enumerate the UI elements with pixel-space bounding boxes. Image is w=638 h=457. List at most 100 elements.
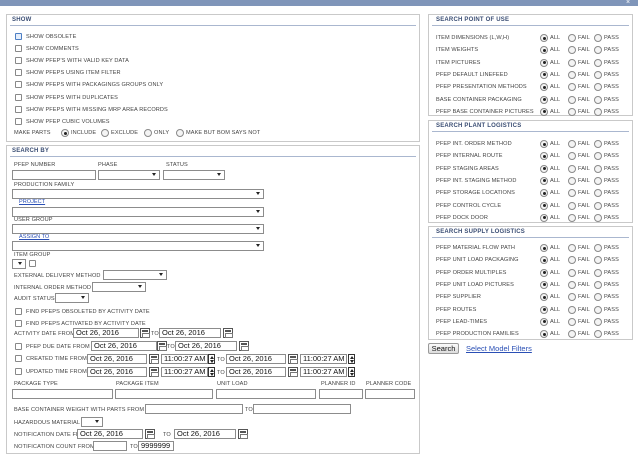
- activity-date-from-input[interactable]: Oct 26, 2016: [73, 328, 139, 338]
- search-point-of-use-pass-radio[interactable]: [594, 58, 602, 67]
- search-point-of-use-pass-radio[interactable]: [594, 34, 602, 42]
- search-supply-logistics-all-radio[interactable]: [540, 244, 548, 252]
- created-date-from-calendar-icon[interactable]: [149, 354, 159, 364]
- show-option-checkbox[interactable]: [15, 117, 22, 125]
- notification-date-from-calendar-icon[interactable]: [145, 429, 155, 439]
- search-plant-logistics-all-radio[interactable]: [540, 140, 548, 148]
- search-plant-logistics-fail-radio[interactable]: [568, 164, 576, 173]
- base-container-weight-to-input[interactable]: [253, 404, 351, 414]
- pfep-due-date-checkbox[interactable]: [15, 343, 22, 350]
- search-point-of-use-fail-radio[interactable]: [568, 34, 576, 42]
- item-group-select[interactable]: [12, 259, 26, 269]
- updated-date-from-input[interactable]: Oct 26, 2016: [87, 367, 147, 377]
- search-supply-logistics-pass-radio[interactable]: [594, 305, 602, 314]
- search-plant-logistics-all-radio[interactable]: [540, 213, 548, 222]
- search-point-of-use-pass-radio[interactable]: [594, 107, 602, 116]
- created-date-from-input[interactable]: Oct 26, 2016: [87, 354, 147, 364]
- production-family-select[interactable]: [12, 189, 264, 199]
- pfep-due-from-input[interactable]: Oct 26, 2016: [91, 341, 157, 351]
- created-date-to-calendar-icon[interactable]: [288, 354, 298, 364]
- select-model-filters-link[interactable]: Select Model Filters: [466, 344, 532, 353]
- notification-date-to-input[interactable]: Oct 26, 2016: [174, 429, 236, 439]
- created-time-checkbox[interactable]: [15, 355, 22, 362]
- search-plant-logistics-pass-radio[interactable]: [594, 140, 602, 148]
- phase-select[interactable]: [98, 170, 160, 180]
- external-delivery-select[interactable]: [103, 270, 167, 280]
- show-option-checkbox[interactable]: [15, 93, 22, 101]
- base-container-weight-from-input[interactable]: [145, 404, 243, 414]
- find-activated-checkbox[interactable]: [15, 320, 22, 327]
- updated-time-checkbox[interactable]: [15, 368, 22, 375]
- search-supply-logistics-fail-radio[interactable]: [568, 280, 576, 289]
- search-supply-logistics-all-radio[interactable]: [540, 317, 548, 326]
- make-parts-bom-says-not-radio[interactable]: [176, 129, 184, 137]
- notification-date-from-input[interactable]: Oct 26, 2016: [77, 429, 143, 439]
- updated-time-from-input[interactable]: 11:00:27 AM: [161, 367, 208, 377]
- audit-status-select[interactable]: [55, 293, 89, 303]
- search-plant-logistics-all-radio[interactable]: [540, 201, 548, 210]
- notification-date-to-calendar-icon[interactable]: [238, 429, 248, 439]
- project-select[interactable]: [12, 207, 264, 217]
- search-point-of-use-fail-radio[interactable]: [568, 58, 576, 67]
- search-supply-logistics-fail-radio[interactable]: [568, 268, 576, 277]
- updated-date-from-calendar-icon[interactable]: [149, 367, 159, 377]
- updated-time-to-spinner[interactable]: [348, 367, 355, 377]
- make-parts-exclude-radio[interactable]: [101, 129, 109, 137]
- status-select[interactable]: [163, 170, 225, 180]
- search-plant-logistics-fail-radio[interactable]: [568, 176, 576, 185]
- updated-time-from-spinner[interactable]: [208, 367, 215, 377]
- search-plant-logistics-pass-radio[interactable]: [594, 213, 602, 222]
- notification-count-from-input[interactable]: [93, 441, 127, 451]
- planner-id-input[interactable]: [319, 389, 363, 399]
- search-point-of-use-fail-radio[interactable]: [568, 95, 576, 104]
- search-point-of-use-fail-radio[interactable]: [568, 107, 576, 116]
- search-supply-logistics-pass-radio[interactable]: [594, 280, 602, 289]
- activity-date-to-calendar-icon[interactable]: [223, 328, 233, 338]
- search-point-of-use-all-radio[interactable]: [540, 58, 548, 67]
- make-parts-include-radio[interactable]: [61, 129, 69, 137]
- make-parts-only-radio[interactable]: [144, 129, 152, 137]
- search-supply-logistics-all-radio[interactable]: [540, 268, 548, 277]
- created-time-to-input[interactable]: 11:00:27 AM: [300, 354, 347, 364]
- search-point-of-use-pass-radio[interactable]: [594, 95, 602, 104]
- search-supply-logistics-pass-radio[interactable]: [594, 268, 602, 277]
- search-supply-logistics-pass-radio[interactable]: [594, 317, 602, 326]
- search-supply-logistics-all-radio[interactable]: [540, 280, 548, 289]
- assign-to-link[interactable]: ASSIGN TO: [19, 234, 49, 240]
- search-plant-logistics-pass-radio[interactable]: [594, 176, 602, 185]
- package-item-input[interactable]: [115, 389, 213, 399]
- pfep-due-from-calendar-icon[interactable]: [157, 341, 167, 351]
- project-link[interactable]: PROJECT: [19, 199, 45, 205]
- created-time-from-input[interactable]: 11:00:27 AM: [161, 354, 208, 364]
- show-option-checkbox[interactable]: [15, 81, 22, 89]
- search-button[interactable]: Search: [428, 343, 459, 354]
- search-point-of-use-all-radio[interactable]: [540, 34, 548, 42]
- search-supply-logistics-all-radio[interactable]: [540, 305, 548, 314]
- created-date-to-input[interactable]: Oct 26, 2016: [226, 354, 286, 364]
- search-plant-logistics-pass-radio[interactable]: [594, 201, 602, 210]
- search-supply-logistics-pass-radio[interactable]: [594, 244, 602, 252]
- search-supply-logistics-fail-radio[interactable]: [568, 244, 576, 252]
- internal-order-select[interactable]: [92, 282, 146, 292]
- unit-load-input[interactable]: [216, 389, 316, 399]
- show-option-checkbox[interactable]: [15, 69, 22, 77]
- search-point-of-use-pass-radio[interactable]: [594, 70, 602, 79]
- search-point-of-use-fail-radio[interactable]: [568, 70, 576, 79]
- search-plant-logistics-fail-radio[interactable]: [568, 140, 576, 148]
- item-group-checkbox[interactable]: [29, 260, 36, 267]
- updated-date-to-calendar-icon[interactable]: [288, 367, 298, 377]
- search-plant-logistics-all-radio[interactable]: [540, 164, 548, 173]
- search-plant-logistics-all-radio[interactable]: [540, 176, 548, 185]
- user-group-select[interactable]: [12, 224, 264, 234]
- search-plant-logistics-pass-radio[interactable]: [594, 164, 602, 173]
- search-plant-logistics-fail-radio[interactable]: [568, 201, 576, 210]
- notification-count-to-input[interactable]: 9999999: [138, 441, 174, 451]
- show-option-checkbox[interactable]: [15, 105, 22, 113]
- activity-date-from-calendar-icon[interactable]: [140, 328, 150, 338]
- search-point-of-use-all-radio[interactable]: [540, 70, 548, 79]
- assign-to-select[interactable]: [12, 241, 264, 251]
- pfep-number-input[interactable]: [12, 170, 96, 180]
- created-time-to-spinner[interactable]: [348, 354, 355, 364]
- search-point-of-use-all-radio[interactable]: [540, 107, 548, 116]
- activity-date-to-input[interactable]: Oct 26, 2016: [159, 328, 221, 338]
